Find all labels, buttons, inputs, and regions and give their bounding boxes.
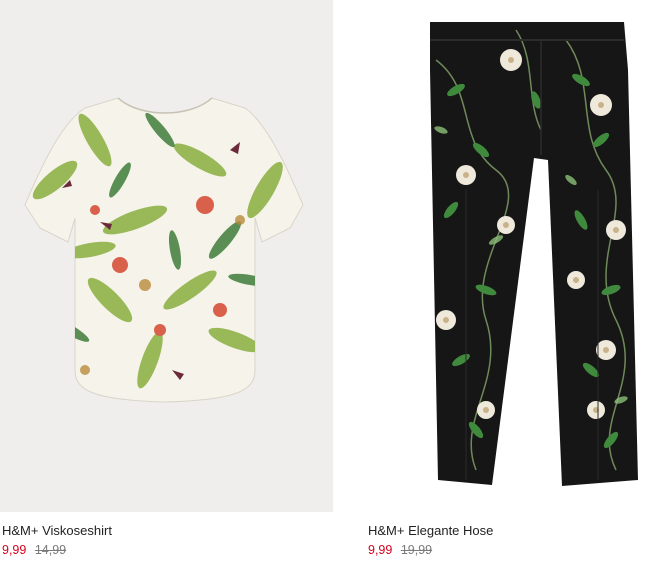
- sale-price: 9,99: [2, 543, 27, 557]
- product-title[interactable]: H&M+ Elegante Hose: [368, 523, 493, 538]
- product-price: 9,99 19,99: [368, 543, 432, 557]
- sale-price: 9,99: [368, 543, 393, 557]
- product-card[interactable]: H&M+ Viskoseshirt 9,99 14,99: [0, 0, 333, 575]
- product-grid: H&M+ Viskoseshirt 9,99 14,99 H&M+ Elegan…: [0, 0, 651, 575]
- original-price: 14,99: [34, 543, 67, 557]
- floral-print-shirt-image[interactable]: [0, 0, 333, 512]
- product-card[interactable]: H&M+ Elegante Hose 9,99 19,99: [366, 0, 651, 575]
- original-price: 19,99: [400, 543, 433, 557]
- product-title[interactable]: H&M+ Viskoseshirt: [2, 523, 112, 538]
- floral-print-trousers-image[interactable]: [366, 0, 651, 512]
- product-price: 9,99 14,99: [2, 543, 66, 557]
